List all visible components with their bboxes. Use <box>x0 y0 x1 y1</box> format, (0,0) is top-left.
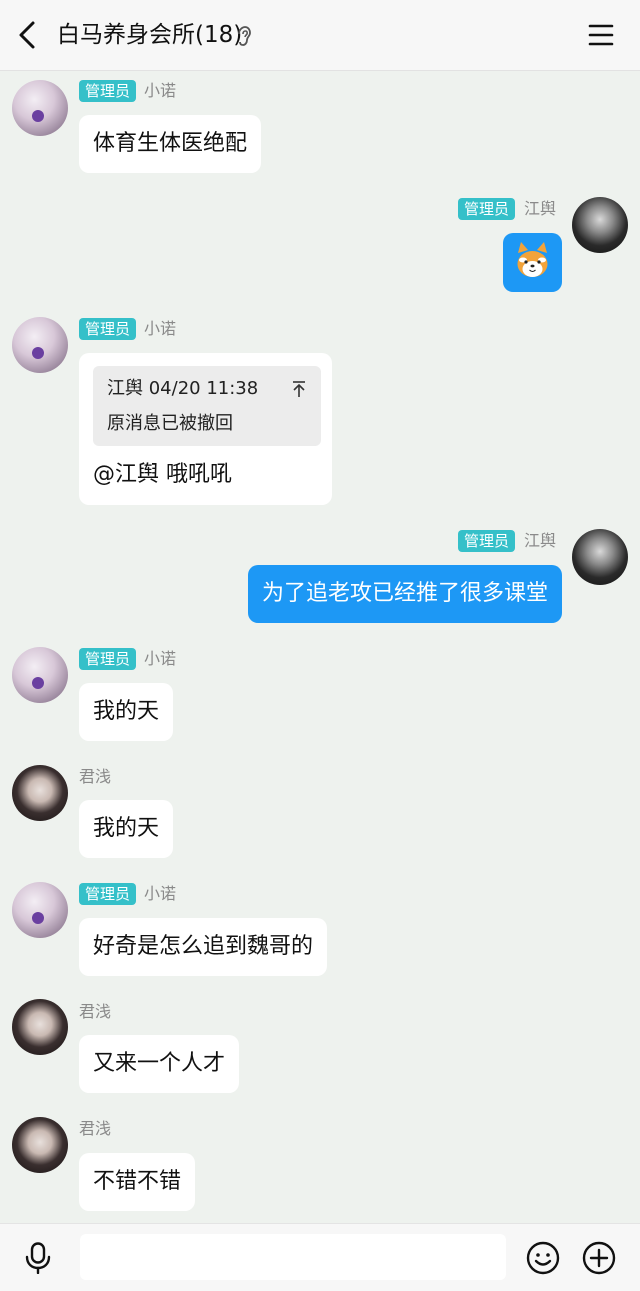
admin-badge: 管理员 <box>79 80 137 102</box>
avatar[interactable] <box>12 999 68 1055</box>
sender-name: 江舆 <box>524 199 557 218</box>
quoted-message[interactable]: 江舆 04/20 11:38 原消息已被撤回 <box>93 366 321 446</box>
sender-name: 小诺 <box>144 649 177 668</box>
message-bubble[interactable]: 我的天 <box>79 683 174 741</box>
message-bubble[interactable]: 好奇是怎么追到魏哥的 <box>79 918 328 976</box>
group-title[interactable]: 白马养身会所(18) <box>57 19 242 51</box>
sender-name: 小诺 <box>144 884 177 903</box>
avatar[interactable] <box>572 197 628 253</box>
message-item: 管理员 江舆 为了追老攻已经推了很多课堂 <box>0 521 640 631</box>
jump-to-quote-icon[interactable] <box>291 380 307 398</box>
sender-name: 君浅 <box>79 1002 112 1021</box>
sender-name: 君浅 <box>79 1119 112 1138</box>
sender-name: 君浅 <box>79 767 112 786</box>
quote-author-time: 江舆 04/20 11:38 <box>107 378 259 399</box>
message-item: 管理员 小诺 我的天 <box>0 639 640 749</box>
sender-name: 小诺 <box>144 319 177 338</box>
quote-body: 原消息已被撤回 <box>107 413 233 434</box>
avatar[interactable] <box>572 529 628 585</box>
emoji-icon[interactable] <box>526 1241 560 1275</box>
message-item: 君浅 又来一个人才 <box>0 992 640 1102</box>
sticker-bubble[interactable] <box>503 233 562 292</box>
message-text: @江舆 哦吼吼 <box>93 462 232 487</box>
avatar[interactable] <box>12 765 68 821</box>
sender-name: 小诺 <box>144 81 177 100</box>
admin-badge: 管理员 <box>458 530 516 552</box>
menu-icon[interactable] <box>588 22 614 48</box>
admin-badge: 管理员 <box>79 648 137 670</box>
admin-badge: 管理员 <box>458 198 516 220</box>
avatar[interactable] <box>12 317 68 373</box>
message-item: 君浅 不错不错 <box>0 1109 640 1219</box>
message-item: 管理员 小诺 好奇是怎么追到魏哥的 <box>0 874 640 984</box>
back-icon[interactable] <box>14 20 42 50</box>
chat-header: 白马养身会所(18) <box>0 0 640 71</box>
admin-badge: 管理员 <box>79 883 137 905</box>
avatar[interactable] <box>12 80 68 136</box>
message-bubble[interactable]: 我的天 <box>79 800 174 858</box>
avatar[interactable] <box>12 1117 68 1173</box>
message-item: 管理员 小诺 江舆 04/20 11:38 原消息已被撤回 @江舆 哦吼吼 <box>0 309 640 509</box>
shiba-dog-sticker <box>517 242 548 277</box>
avatar[interactable] <box>12 882 68 938</box>
message-bubble[interactable]: 为了追老攻已经推了很多课堂 <box>247 565 562 623</box>
input-bar <box>0 1223 640 1291</box>
message-bubble[interactable]: 不错不错 <box>79 1153 196 1211</box>
message-bubble[interactable]: 又来一个人才 <box>79 1035 240 1093</box>
reply-bubble[interactable]: 江舆 04/20 11:38 原消息已被撤回 @江舆 哦吼吼 <box>79 353 332 505</box>
ear-icon <box>238 26 251 46</box>
plus-icon[interactable] <box>582 1241 616 1275</box>
message-item: 管理员 小诺 体育生体医绝配 <box>0 71 640 181</box>
message-list[interactable]: 管理员 小诺 体育生体医绝配 管理员 江舆 管理员 小诺 江舆 04/20 11… <box>0 71 640 1223</box>
admin-badge: 管理员 <box>79 318 137 340</box>
message-item: 君浅 我的天 <box>0 757 640 867</box>
avatar[interactable] <box>12 647 68 703</box>
message-input[interactable] <box>80 1234 506 1280</box>
message-item: 管理员 江舆 <box>0 189 640 299</box>
sender-name: 江舆 <box>524 531 557 550</box>
message-bubble[interactable]: 体育生体医绝配 <box>79 115 262 173</box>
mic-icon[interactable] <box>24 1242 52 1274</box>
